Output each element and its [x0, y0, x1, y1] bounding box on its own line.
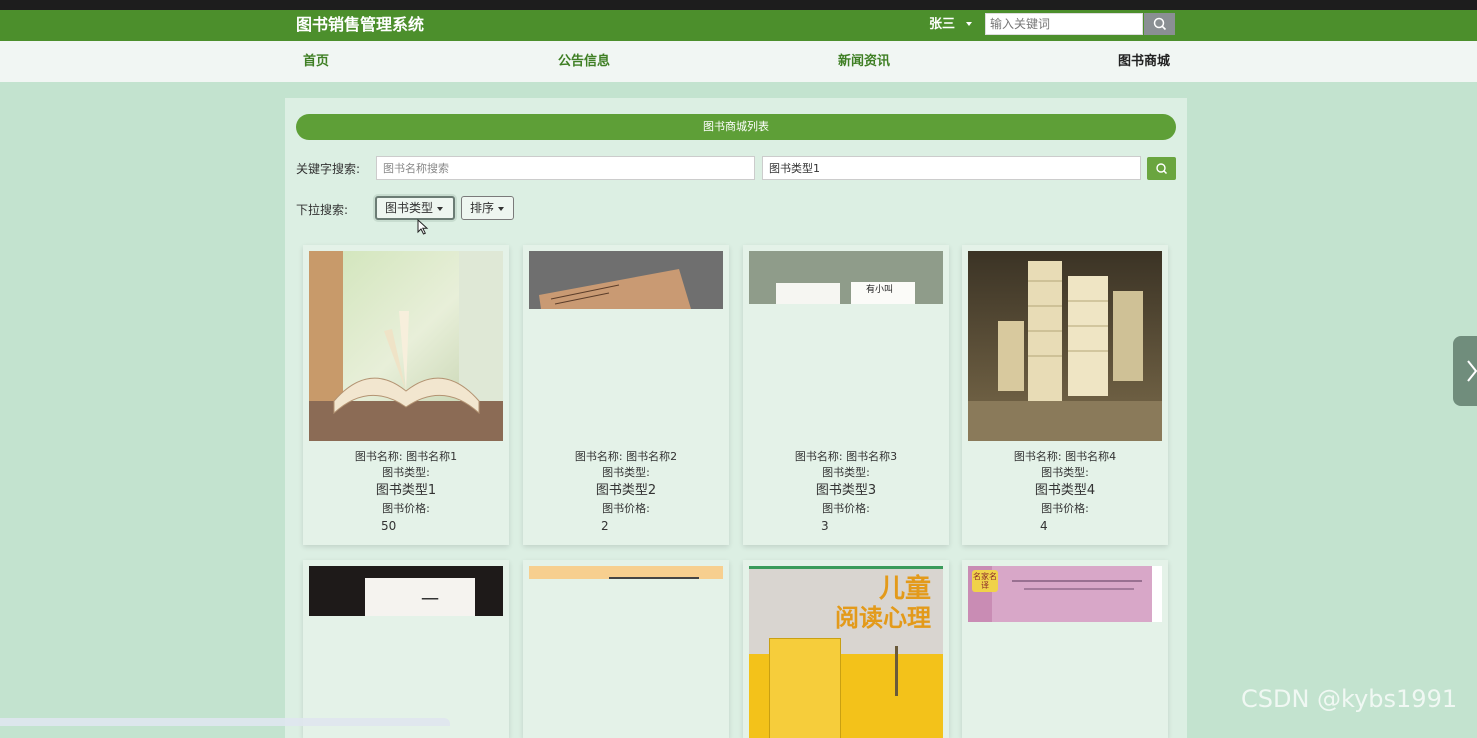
book-cover-image	[529, 566, 723, 579]
book-card[interactable]: 名家名译	[962, 560, 1168, 738]
book-type-label: 图书类型:	[602, 466, 650, 479]
book7-cover-title-line1: 儿童	[878, 574, 931, 604]
book-type: 图书类型4	[1034, 483, 1096, 498]
search-icon	[1156, 163, 1168, 175]
header-search-button[interactable]	[1144, 13, 1175, 35]
book-cover-image	[529, 251, 723, 309]
book-name-label: 图书名称:	[794, 450, 843, 463]
book-card[interactable]: 儿童 阅读心理	[743, 560, 949, 738]
watermark: CSDN @kybs1991	[1241, 685, 1458, 713]
book-card[interactable]: 图书名称: 图书名称1 图书类型: 图书类型1 图书价格: 50	[303, 245, 509, 545]
nav-news[interactable]: 新闻资讯	[838, 53, 890, 71]
book-price: 3	[821, 519, 829, 533]
book-card[interactable]: 一	[303, 560, 509, 738]
book-cover-image	[968, 251, 1162, 441]
book-cover-image: 有小叫	[749, 251, 943, 304]
side-expand-tab[interactable]	[1453, 336, 1477, 406]
book-price: 4	[1040, 519, 1048, 533]
book-type: 图书类型1	[375, 483, 437, 498]
book-cover-image: 名家名译	[968, 566, 1162, 622]
book-card[interactable]: 图书名称: 图书名称4 图书类型: 图书类型4 图书价格: 4	[962, 245, 1168, 545]
book-cover-image: 儿童 阅读心理	[749, 566, 943, 738]
caret-down-icon	[437, 206, 444, 211]
book-name-label: 图书名称:	[354, 450, 403, 463]
sort-dropdown[interactable]: 排序	[461, 196, 514, 220]
user-menu-caret-icon[interactable]	[966, 22, 972, 26]
book-price: 2	[601, 519, 609, 533]
book-type-label: 图书类型:	[822, 466, 870, 479]
book-name: 图书名称3	[846, 450, 898, 463]
header-bar: 图书销售管理系统 张三	[0, 10, 1477, 41]
book-type: 图书类型3	[815, 483, 877, 498]
mouse-cursor-icon	[417, 219, 429, 235]
book-price-label: 图书价格:	[382, 502, 430, 515]
nav-home[interactable]: 首页	[303, 53, 329, 71]
list-banner: 图书商城列表	[296, 114, 1176, 140]
book-card[interactable]: 图书名称: 图书名称2 图书类型: 图书类型2 图书价格: 2	[523, 245, 729, 545]
bookstore-panel: 图书商城列表 关键字搜索: 下拉搜索: 图书类型 排序 图书名称: 图书名称1 …	[285, 98, 1187, 738]
book-price-label: 图书价格:	[602, 502, 650, 515]
book-name: 图书名称1	[406, 450, 458, 463]
keyword-search-button[interactable]	[1147, 157, 1176, 180]
book-type-label: 图书类型:	[1041, 466, 1089, 479]
book8-cover-badge: 名家名译	[973, 572, 997, 590]
book-type-dropdown[interactable]: 图书类型	[375, 196, 455, 220]
header-search-input[interactable]	[985, 13, 1143, 35]
sort-dropdown-label: 排序	[470, 201, 495, 215]
book-type-dropdown-label: 图书类型	[385, 201, 434, 215]
window-top-strip	[0, 0, 1477, 10]
book-cover-image: 一	[309, 566, 503, 616]
nav-bookstore[interactable]: 图书商城	[1118, 53, 1170, 71]
book-cover-image	[309, 251, 503, 441]
dropdown-search-label: 下拉搜索:	[296, 203, 349, 217]
book-price-label: 图书价格:	[822, 502, 870, 515]
svg-text:一: 一	[421, 590, 439, 611]
book-name-search-input[interactable]	[376, 156, 755, 180]
user-menu[interactable]: 张三	[929, 16, 955, 34]
book-name-label: 图书名称:	[574, 450, 623, 463]
book-price-label: 图书价格:	[1041, 502, 1089, 515]
book-name: 图书名称4	[1065, 450, 1117, 463]
book-name: 图书名称2	[626, 450, 678, 463]
book-card[interactable]	[523, 560, 729, 738]
browser-status-bar	[0, 718, 450, 726]
book3-cover-title: 有小叫	[866, 285, 894, 295]
book-name-label: 图书名称:	[1013, 450, 1062, 463]
book-type-label: 图书类型:	[382, 466, 430, 479]
nav-announcements[interactable]: 公告信息	[558, 53, 610, 71]
book-price: 50	[381, 519, 397, 533]
keyword-search-label: 关键字搜索:	[296, 162, 361, 176]
search-icon	[1153, 17, 1167, 31]
book-type: 图书类型2	[595, 483, 657, 498]
caret-down-icon	[498, 206, 505, 211]
app-title: 图书销售管理系统	[296, 15, 425, 34]
main-nav: 首页 公告信息 新闻资讯 图书商城	[0, 41, 1477, 82]
book7-cover-title-line2: 阅读心理	[835, 604, 931, 632]
chevron-right-icon	[1467, 360, 1477, 382]
book-card[interactable]: 有小叫 图书名称: 图书名称3 图书类型: 图书类型3 图书价格: 3	[743, 245, 949, 545]
book-type-search-input[interactable]	[762, 156, 1141, 180]
